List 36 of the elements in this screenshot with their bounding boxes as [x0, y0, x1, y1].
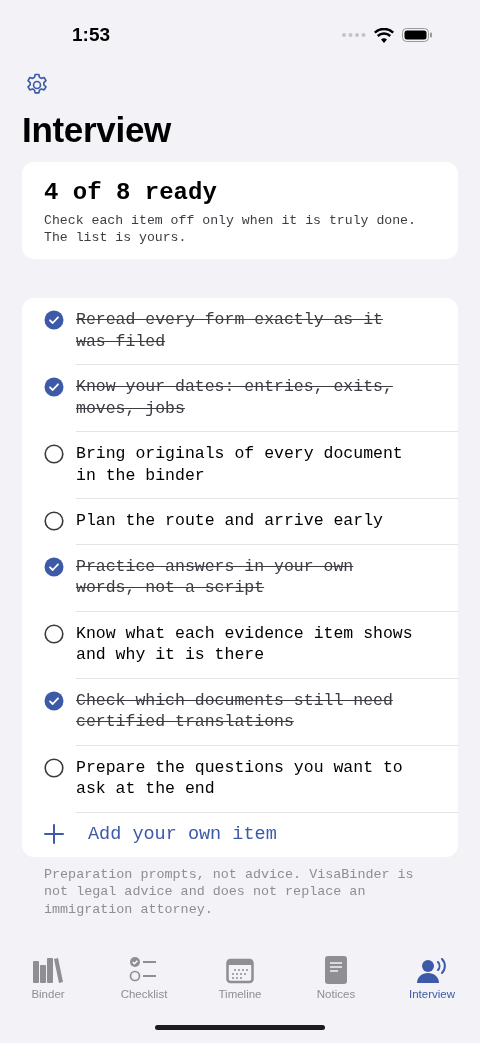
empty-circle-icon[interactable] — [44, 757, 64, 778]
checklist-item: Reread every form exactly as it was filed — [76, 309, 384, 352]
checked-circle-icon[interactable] — [44, 690, 64, 711]
person-speaking-icon — [417, 958, 447, 984]
empty-circle-icon[interactable] — [44, 623, 64, 644]
checklist-item: Plan the route and arrive early — [76, 510, 384, 532]
empty-circle-icon[interactable] — [44, 444, 64, 464]
checklist-item: Bring originals of every document in the binder — [76, 443, 404, 486]
tab-button[interactable]: Notices — [288, 950, 384, 1000]
document-icon — [325, 956, 347, 984]
checklist-item: Know what each evidence item shows and why it is there — [76, 622, 414, 666]
disclaimer-text: Preparation prompts, not advice. VisaBinder is not legal advice and does not replace an immigration attorney. — [44, 865, 415, 918]
checked-circle-icon[interactable] — [44, 556, 64, 577]
checklist-item: Prepare the questions you want to ask at the end — [76, 756, 404, 800]
status-time: 1:53 — [72, 24, 111, 46]
tab-button[interactable]: Binder — [0, 950, 96, 1000]
tab-button[interactable]: Checklist — [96, 950, 192, 1000]
add-item-button[interactable]: Add your own item — [44, 812, 277, 857]
summary-note: Check each item off only when it is truly done. The list is yours. — [44, 212, 417, 246]
wifi-icon — [374, 27, 394, 43]
calendar-icon — [226, 958, 254, 984]
checked-circle-icon[interactable] — [44, 377, 64, 397]
checklist-item: Check which documents still need certified translations — [76, 689, 394, 733]
page-title: Interview — [22, 110, 173, 150]
battery-icon — [402, 28, 432, 42]
checklist-item: Know your dates: entries, exits, moves, jobs — [76, 376, 394, 419]
progress-heading: 4 of 8 ready — [44, 178, 218, 208]
checklist-item: Practice answers in your own words, not a script — [76, 555, 355, 599]
books-icon — [32, 956, 64, 984]
tab-button[interactable]: Interview — [384, 950, 480, 1000]
checklist-icon — [129, 956, 159, 984]
tab-button[interactable]: Timeline — [192, 950, 288, 1000]
empty-circle-icon[interactable] — [44, 511, 64, 531]
checked-circle-icon[interactable] — [44, 310, 64, 330]
plus-icon — [44, 824, 64, 844]
signal-icon — [342, 33, 366, 37]
